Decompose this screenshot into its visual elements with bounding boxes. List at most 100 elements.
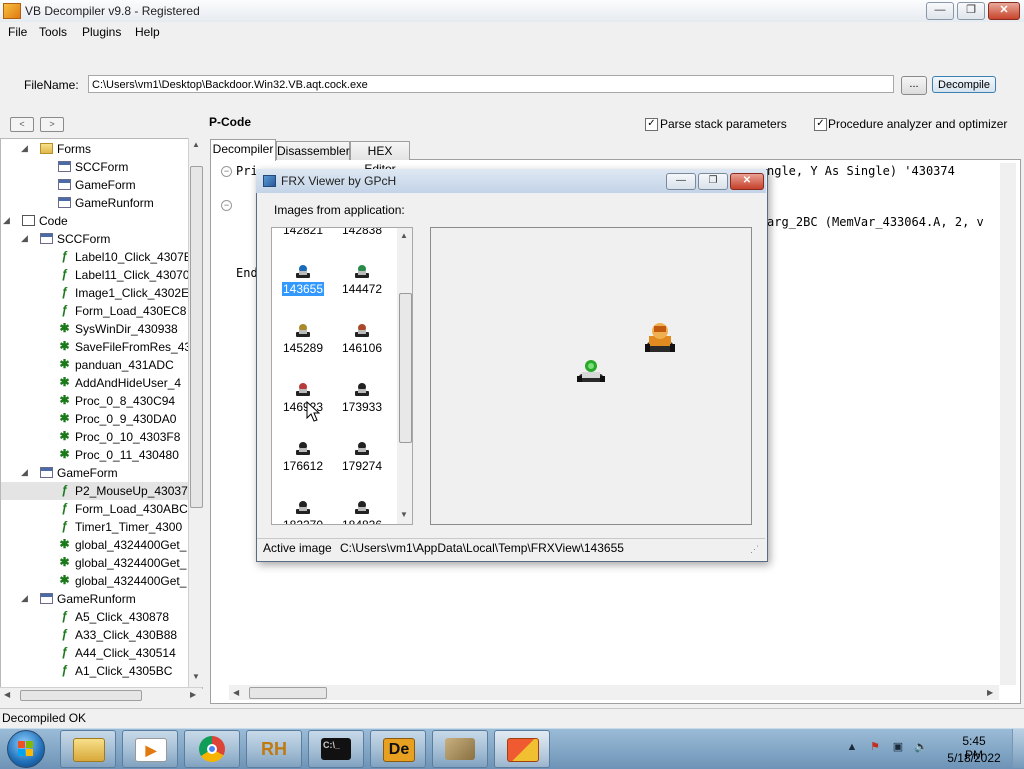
menu-file[interactable]: File [8, 25, 27, 39]
tree-vertical-scrollbar[interactable]: ▲ ▼ [188, 138, 203, 687]
tree-item[interactable]: ✱ Proc_0_9_430DA0 [1, 410, 189, 428]
scroll-right-icon[interactable]: ▶ [190, 690, 196, 699]
tab-decompiler[interactable]: Decompiler [210, 139, 276, 161]
scroll-up-icon[interactable]: ▲ [400, 231, 408, 240]
maximize-button[interactable]: ❐ [957, 2, 985, 20]
collapse-icon[interactable]: − [221, 200, 232, 211]
thumbnail-item[interactable]: 142821 [278, 228, 328, 247]
expand-toggle-icon[interactable]: ◢ [3, 216, 11, 225]
tree-item[interactable]: ✱ AddAndHideUser_4 [1, 374, 189, 392]
tree-scroll-thumb[interactable] [190, 166, 203, 508]
scroll-right-icon[interactable]: ▶ [987, 688, 993, 697]
expand-toggle-icon[interactable]: ◢ [21, 144, 29, 153]
taskbar-tool[interactable] [432, 730, 488, 768]
tree-item[interactable]: ƒ P2_MouseUp_43037 [1, 482, 189, 500]
taskbar-resource-hacker[interactable]: RH [246, 730, 302, 768]
tree-item[interactable]: ƒ Label10_Click_4307E [1, 248, 192, 266]
code-hscroll-thumb[interactable] [249, 687, 327, 699]
thumbnail-scroll-thumb[interactable] [399, 293, 412, 443]
network-icon[interactable]: ▣ [891, 741, 905, 753]
close-button[interactable]: ✕ [988, 2, 1020, 20]
menu-plugins[interactable]: Plugins [82, 25, 121, 39]
thumbnail-item[interactable]: 179274 [337, 441, 387, 483]
tree-item[interactable]: ✱ Proc_0_8_430C94 [1, 392, 189, 410]
decompile-button[interactable]: Decompile [932, 76, 996, 93]
collapse-icon[interactable]: − [221, 166, 232, 177]
taskbar-vb-decompiler[interactable] [494, 730, 550, 768]
browse-button[interactable]: ... [901, 76, 927, 95]
thumbnail-item[interactable]: 145289 [278, 323, 328, 365]
menu-help[interactable]: Help [135, 25, 160, 39]
tree-item[interactable]: ✱ SaveFileFromRes_43 [1, 338, 191, 356]
expand-toggle-icon[interactable]: ◢ [21, 594, 29, 603]
taskbar-explorer[interactable] [60, 730, 116, 768]
tree-item[interactable]: ✱ global_4324400Get_ [1, 572, 189, 590]
clock-date[interactable]: 5/18/2022 [944, 751, 1004, 765]
tree-item[interactable]: ◢ GameForm [1, 464, 189, 482]
scroll-down-icon[interactable]: ▼ [190, 672, 202, 681]
tab-hex-editor[interactable]: HEX Editor [350, 141, 410, 176]
tree-item[interactable]: ◢ Code [1, 212, 189, 230]
tree-item[interactable]: ✱ global_4324400Get_ [1, 536, 189, 554]
tab-disassembler[interactable]: Disassembler [276, 141, 350, 160]
tree-item[interactable]: GameForm [1, 176, 189, 194]
tree-item[interactable]: ƒ A5_Click_430878 [1, 608, 189, 626]
tree-item[interactable]: ƒ Image1_Click_4302E [1, 284, 189, 302]
tree-item[interactable]: ƒ A44_Click_430514 [1, 644, 189, 662]
frx-maximize-button[interactable]: ❐ [698, 173, 728, 190]
thumbnail-item[interactable]: 142838 [337, 228, 387, 247]
resize-grip-icon[interactable]: ⋰ [750, 544, 759, 555]
tree-item[interactable]: ƒ A1_Click_4305BC [1, 662, 189, 680]
taskbar-media-player[interactable]: ▶ [122, 730, 178, 768]
tree-item[interactable]: ✱ global_4324400Get_ [1, 554, 189, 572]
tree-item[interactable]: ✱ SysWinDir_430938 [1, 320, 189, 338]
menu-tools[interactable]: Tools [39, 25, 67, 39]
scroll-down-icon[interactable]: ▼ [400, 510, 408, 519]
tree-hscroll-thumb[interactable] [20, 690, 142, 701]
frx-minimize-button[interactable]: — [666, 173, 696, 190]
taskbar-chrome[interactable] [184, 730, 240, 768]
show-hidden-icons-icon[interactable]: ▲ [845, 741, 859, 753]
tree-item[interactable]: ◢ GameRunform [1, 590, 189, 608]
minimize-button[interactable]: — [926, 2, 954, 20]
tree-item[interactable]: ◢ Forms [1, 140, 189, 158]
thumbnail-item[interactable]: 144472 [337, 264, 387, 306]
tree-item[interactable]: ✱ panduan_431ADC [1, 356, 189, 374]
thumbnail-list[interactable]: 142821 142838 143655 144472 145289 146106 1469… [271, 227, 399, 525]
tree-item[interactable]: ƒ Timer1_Timer_4300 [1, 518, 189, 536]
volume-icon[interactable]: 🔈 [914, 741, 928, 753]
code-horizontal-scrollbar[interactable]: ◀ ▶ [229, 685, 999, 700]
tree-item[interactable]: ƒ A33_Click_430B88 [1, 626, 189, 644]
filename-input[interactable]: C:\Users\vm1\Desktop\Backdoor.Win32.VB.a… [88, 75, 894, 93]
thumbnail-item[interactable]: 182270 [278, 500, 328, 524]
procedure-analyzer-checkbox[interactable]: ✓ [814, 118, 827, 131]
scroll-up-icon[interactable]: ▲ [190, 140, 202, 149]
expand-toggle-icon[interactable]: ◢ [21, 468, 29, 477]
thumbnail-item[interactable]: 146106 [337, 323, 387, 365]
scroll-left-icon[interactable]: ◀ [233, 688, 239, 697]
project-tree[interactable]: ◢ Forms SCCForm GameForm GameRunform ◢ Code ◢ SC… [0, 138, 203, 689]
tree-item[interactable]: ƒ Form_Load_430EC8 [1, 302, 189, 320]
thumbnail-item[interactable]: 143655 [278, 264, 328, 306]
tree-item[interactable]: ✱ Proc_0_10_4303F8 [1, 428, 189, 446]
thumbnail-item[interactable]: 173933 [337, 382, 387, 424]
taskbar-delphi-decompiler[interactable]: De [370, 730, 426, 768]
scroll-left-icon[interactable]: ◀ [4, 690, 10, 699]
tree-horizontal-scrollbar[interactable]: ◀ ▶ [0, 687, 202, 702]
tree-item[interactable]: ✱ Proc_0_11_430480 [1, 446, 189, 464]
code-vertical-scrollbar[interactable] [1000, 163, 1016, 685]
back-button[interactable]: < [10, 117, 34, 132]
expand-toggle-icon[interactable]: ◢ [21, 234, 29, 243]
thumbnail-item[interactable]: 176612 [278, 441, 328, 483]
tree-item[interactable]: GameRunform [1, 194, 189, 212]
tree-item[interactable]: SCCForm [1, 158, 189, 176]
thumbnail-item[interactable]: 146923 [278, 382, 328, 424]
action-center-icon[interactable]: ⚑ [868, 741, 882, 753]
tree-item[interactable]: ƒ Form_Load_430ABC [1, 500, 189, 518]
start-button[interactable] [7, 730, 45, 768]
parse-stack-checkbox[interactable]: ✓ [645, 118, 658, 131]
forward-button[interactable]: > [40, 117, 64, 132]
frx-close-button[interactable]: ✕ [730, 173, 764, 190]
taskbar-command-prompt[interactable]: C:\_ [308, 730, 364, 768]
tree-item[interactable]: ◢ SCCForm [1, 230, 189, 248]
